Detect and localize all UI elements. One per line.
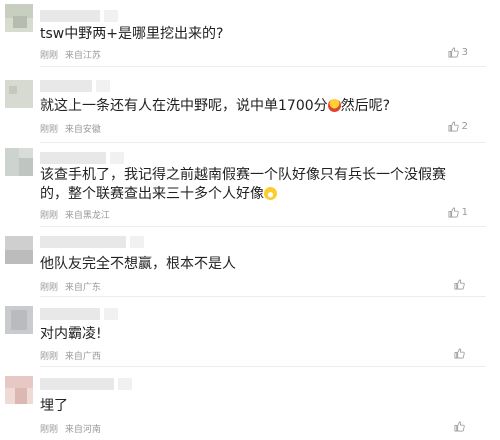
divider	[40, 366, 486, 367]
like-button[interactable]: 3	[448, 47, 468, 58]
comment-item: 该查手机了，我记得之前越南假赛一个队好像只有兵长一个没假赛的，整个联赛查出来三十…	[0, 146, 500, 230]
divider	[40, 142, 486, 143]
comment-item: 就这上一条还有人在洗中野呢，说中单1700分 然后呢? 刚刚 来自安徽 2	[0, 72, 500, 142]
comment-location: 来自河南	[64, 425, 101, 435]
username-blurred[interactable]	[40, 236, 144, 248]
username-blurred[interactable]	[40, 10, 118, 22]
comment-text-part: 就这上一条还有人在洗中野呢，说中单1700分	[40, 98, 328, 114]
comment-text-part: 然后呢?	[340, 98, 391, 114]
comment-meta: 刚刚 来自河南	[40, 422, 105, 435]
comment-time: 刚刚	[40, 51, 59, 61]
like-button[interactable]: 1	[448, 207, 468, 218]
avatar[interactable]	[5, 236, 33, 264]
thumbs-up-icon	[448, 207, 459, 218]
avatar[interactable]	[5, 148, 33, 176]
comment-item: 他队友完全不想赢，根本不是人 刚刚 来自广东	[0, 230, 500, 298]
thumbs-up-icon	[454, 279, 465, 290]
avatar[interactable]	[5, 306, 33, 334]
comment-location: 来自广东	[64, 283, 101, 293]
comment-time: 刚刚	[40, 283, 59, 293]
comment-item: 埋了 刚刚 来自河南	[0, 372, 500, 440]
grinning-face-emoji	[264, 187, 277, 200]
username-blurred[interactable]	[40, 152, 124, 164]
comment-text: 对内霸凌!	[40, 326, 102, 342]
divider	[40, 296, 486, 297]
laughing-face-emoji	[327, 99, 341, 112]
username-blurred[interactable]	[40, 80, 110, 92]
comment-location: 来自广西	[64, 352, 101, 362]
comment-text: 该查手机了，我记得之前越南假赛一个队好像只有兵长一个没假赛的，整个联赛查出来三十…	[40, 166, 470, 204]
avatar[interactable]	[5, 4, 33, 32]
comment-location: 来自江苏	[64, 51, 101, 61]
comment-item: tsw中野两+是哪里挖出来的? 刚刚 来自江苏 3	[0, 0, 500, 64]
comment-location: 来自安徽	[64, 125, 101, 135]
username-blurred[interactable]	[40, 378, 132, 390]
comment-time: 刚刚	[40, 125, 59, 135]
avatar[interactable]	[5, 80, 33, 108]
divider	[40, 66, 486, 67]
thumbs-up-icon	[454, 348, 465, 359]
comment-meta: 刚刚 来自安徽	[40, 122, 105, 135]
comment-text: 埋了	[40, 398, 68, 414]
like-button[interactable]: 2	[448, 121, 468, 132]
avatar[interactable]	[5, 376, 33, 404]
comment-text: 他队友完全不想赢，根本不是人	[40, 256, 236, 272]
like-button[interactable]	[454, 348, 468, 359]
like-count: 2	[461, 121, 468, 132]
comment-meta: 刚刚 来自广东	[40, 280, 105, 293]
comment-meta: 刚刚 来自黑龙江	[40, 208, 114, 221]
username-blurred[interactable]	[40, 308, 118, 320]
like-count: 1	[461, 207, 468, 218]
comment-meta: 刚刚 来自江苏	[40, 48, 105, 61]
like-count: 3	[461, 47, 468, 58]
comment-time: 刚刚	[40, 352, 59, 362]
comment-meta: 刚刚 来自广西	[40, 349, 105, 362]
comment-time: 刚刚	[40, 425, 59, 435]
divider	[40, 226, 486, 227]
thumbs-up-icon	[448, 47, 459, 58]
comment-text: 就这上一条还有人在洗中野呢，说中单1700分 然后呢?	[40, 96, 390, 116]
like-button[interactable]	[454, 421, 468, 432]
comment-text-part: 该查手机了，我记得之前越南假赛一个队好像只有兵长一个没假赛的，整个联赛查出来三十…	[40, 167, 446, 202]
comment-item: 对内霸凌! 刚刚 来自广西	[0, 302, 500, 366]
thumbs-up-icon	[454, 421, 465, 432]
thumbs-up-icon	[448, 121, 459, 132]
like-button[interactable]	[454, 279, 468, 290]
comment-text: tsw中野两+是哪里挖出来的?	[40, 26, 224, 42]
comment-time: 刚刚	[40, 211, 59, 221]
comment-location: 来自黑龙江	[64, 211, 110, 221]
